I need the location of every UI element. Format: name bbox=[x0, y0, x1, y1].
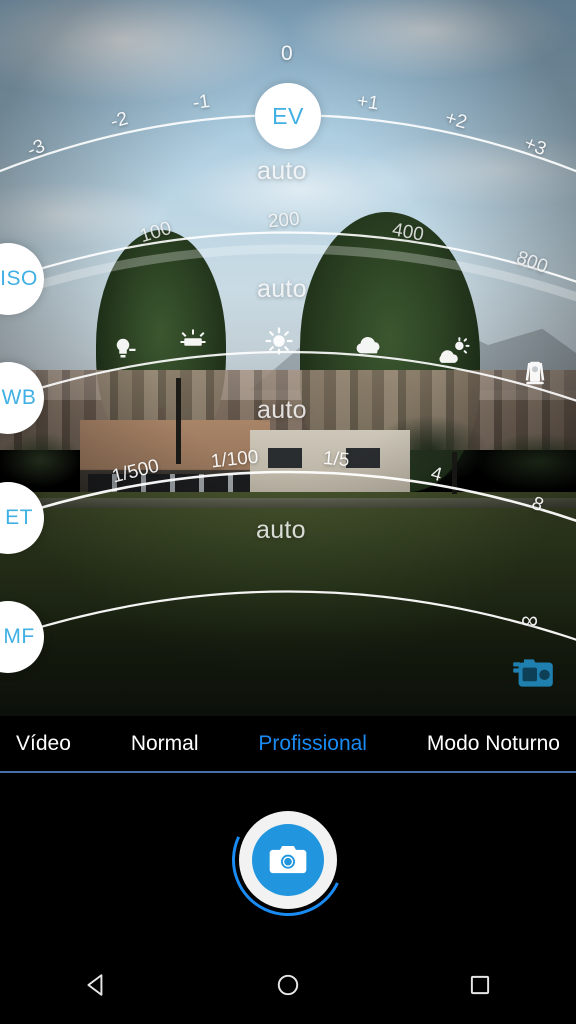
camera-app-screen: -3 -2 -1 0 +1 +2 +3 auto 100 200 400 800… bbox=[0, 0, 576, 1024]
nav-recents-button[interactable] bbox=[445, 955, 515, 1015]
wb-value: auto bbox=[257, 396, 307, 424]
fluorescent-icon[interactable] bbox=[178, 327, 208, 357]
partly-cloudy-icon[interactable] bbox=[436, 336, 470, 370]
shutter-button[interactable] bbox=[239, 811, 337, 909]
sunny-icon[interactable] bbox=[264, 326, 294, 356]
ev-tick-+1[interactable]: +1 bbox=[356, 91, 380, 116]
cloudy-icon[interactable] bbox=[352, 330, 384, 362]
et-knob-label: ET bbox=[5, 506, 33, 529]
tab-modo-noturno[interactable]: Modo Noturno bbox=[427, 732, 560, 756]
twilight-icon[interactable] bbox=[520, 358, 550, 388]
camera-icon bbox=[269, 846, 307, 874]
android-navigation-bar bbox=[0, 945, 576, 1024]
mf-tick-infinity[interactable]: ∞ bbox=[521, 607, 538, 635]
shutter-area bbox=[0, 775, 576, 945]
back-icon bbox=[87, 973, 103, 996]
mode-tab-bar: Vídeo Normal Profissional Modo Noturno bbox=[0, 716, 576, 773]
nav-back-button[interactable] bbox=[61, 955, 131, 1015]
iso-knob-label: ISO bbox=[0, 267, 38, 290]
camera-viewfinder[interactable]: -3 -2 -1 0 +1 +2 +3 auto 100 200 400 800… bbox=[0, 0, 576, 716]
tab-video[interactable]: Vídeo bbox=[16, 732, 71, 756]
ev-knob[interactable]: EV bbox=[255, 83, 321, 149]
et-tick-1-5[interactable]: 1/5 bbox=[322, 448, 350, 472]
iso-value: auto bbox=[257, 275, 307, 303]
ev-tick-0[interactable]: 0 bbox=[281, 42, 293, 66]
mf-knob-label: MF bbox=[3, 625, 35, 648]
ev-tick--1[interactable]: -1 bbox=[192, 91, 212, 115]
ev-knob-label: EV bbox=[272, 102, 304, 129]
ev-value: auto bbox=[257, 157, 307, 185]
recents-icon bbox=[470, 975, 490, 994]
home-icon bbox=[277, 974, 299, 995]
tab-profissional[interactable]: Profissional bbox=[258, 732, 367, 756]
iso-tick-200[interactable]: 200 bbox=[267, 209, 300, 234]
incandescent-icon[interactable] bbox=[108, 335, 138, 365]
wb-knob-label: WB bbox=[1, 386, 37, 409]
shutter-button-inner bbox=[252, 824, 324, 896]
tab-normal[interactable]: Normal bbox=[131, 732, 199, 756]
mf-arc-track[interactable] bbox=[0, 590, 576, 644]
nav-home-button[interactable] bbox=[253, 955, 323, 1015]
dslr-camera-icon[interactable] bbox=[510, 655, 556, 691]
et-value: auto bbox=[256, 516, 306, 544]
